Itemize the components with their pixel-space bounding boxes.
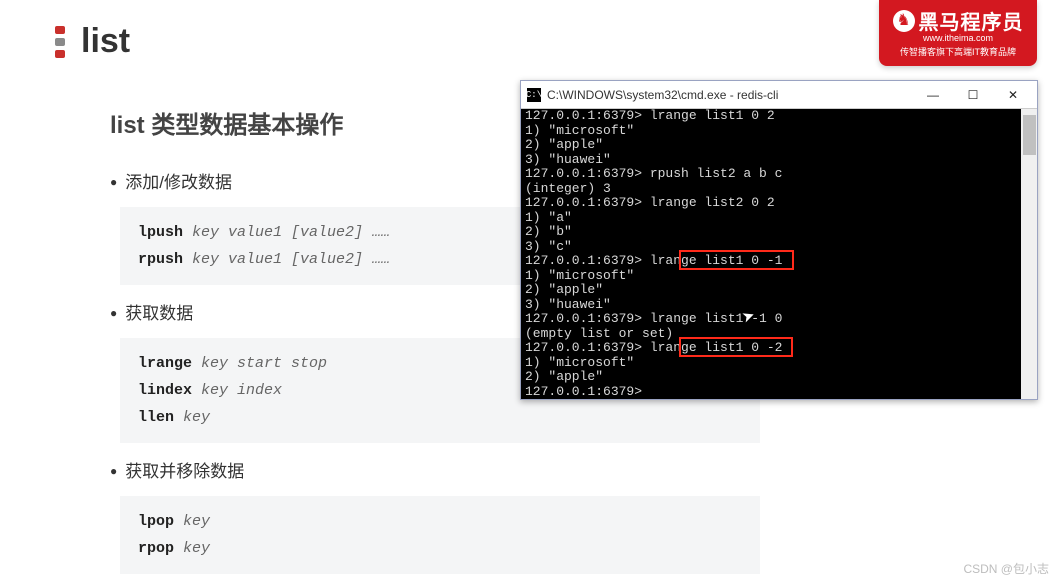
minimize-button[interactable]: — — [913, 82, 953, 108]
scrollbar-thumb[interactable] — [1023, 115, 1036, 155]
bullet-label: 获取并移除数据 — [110, 457, 770, 482]
code-cmd: rpop — [138, 540, 174, 557]
code-cmd: lrange — [138, 355, 192, 372]
logo-dots-icon — [55, 26, 69, 58]
close-button[interactable]: ✕ — [993, 82, 1033, 108]
code-args: key value1 [value2] …… — [192, 224, 390, 241]
code-args: key — [183, 513, 210, 530]
terminal-body[interactable]: 127.0.0.1:6379> lrange list1 0 2 1) "mic… — [521, 109, 1037, 399]
terminal-title: C:\WINDOWS\system32\cmd.exe - redis-cli — [547, 88, 913, 102]
header-logo: list — [55, 22, 130, 61]
highlight-box — [679, 337, 793, 357]
maximize-button[interactable]: ☐ — [953, 82, 993, 108]
code-cmd: lindex — [138, 382, 192, 399]
code-cmd: lpop — [138, 513, 174, 530]
scrollbar[interactable] — [1021, 109, 1037, 399]
horse-icon: ♞ — [893, 10, 915, 32]
code-cmd: llen — [138, 409, 174, 426]
cmd-icon: C:\ — [527, 88, 541, 102]
terminal-titlebar[interactable]: C:\ C:\WINDOWS\system32\cmd.exe - redis-… — [521, 81, 1037, 109]
brand-tagline: 传智播客旗下高端IT教育品牌 — [889, 45, 1027, 58]
code-args: key — [183, 409, 210, 426]
code-args: key value1 [value2] …… — [192, 251, 390, 268]
code-args: key — [183, 540, 210, 557]
watermark: CSDN @包小志 — [963, 560, 1049, 577]
logo-text: list — [81, 22, 130, 61]
code-cmd: lpush — [138, 224, 183, 241]
highlight-box — [679, 250, 794, 270]
code-block: lpop key rpop key — [120, 496, 760, 574]
brand-title: 黑马程序员 — [919, 6, 1024, 35]
code-cmd: rpush — [138, 251, 183, 268]
code-args: key start stop — [201, 355, 327, 372]
list-item: 获取并移除数据 lpop key rpop key — [110, 457, 770, 574]
terminal-window: C:\ C:\WINDOWS\system32\cmd.exe - redis-… — [520, 80, 1038, 400]
code-args: key index — [201, 382, 282, 399]
brand-badge: ♞ 黑马程序员 www.itheima.com 传智播客旗下高端IT教育品牌 — [879, 0, 1037, 66]
